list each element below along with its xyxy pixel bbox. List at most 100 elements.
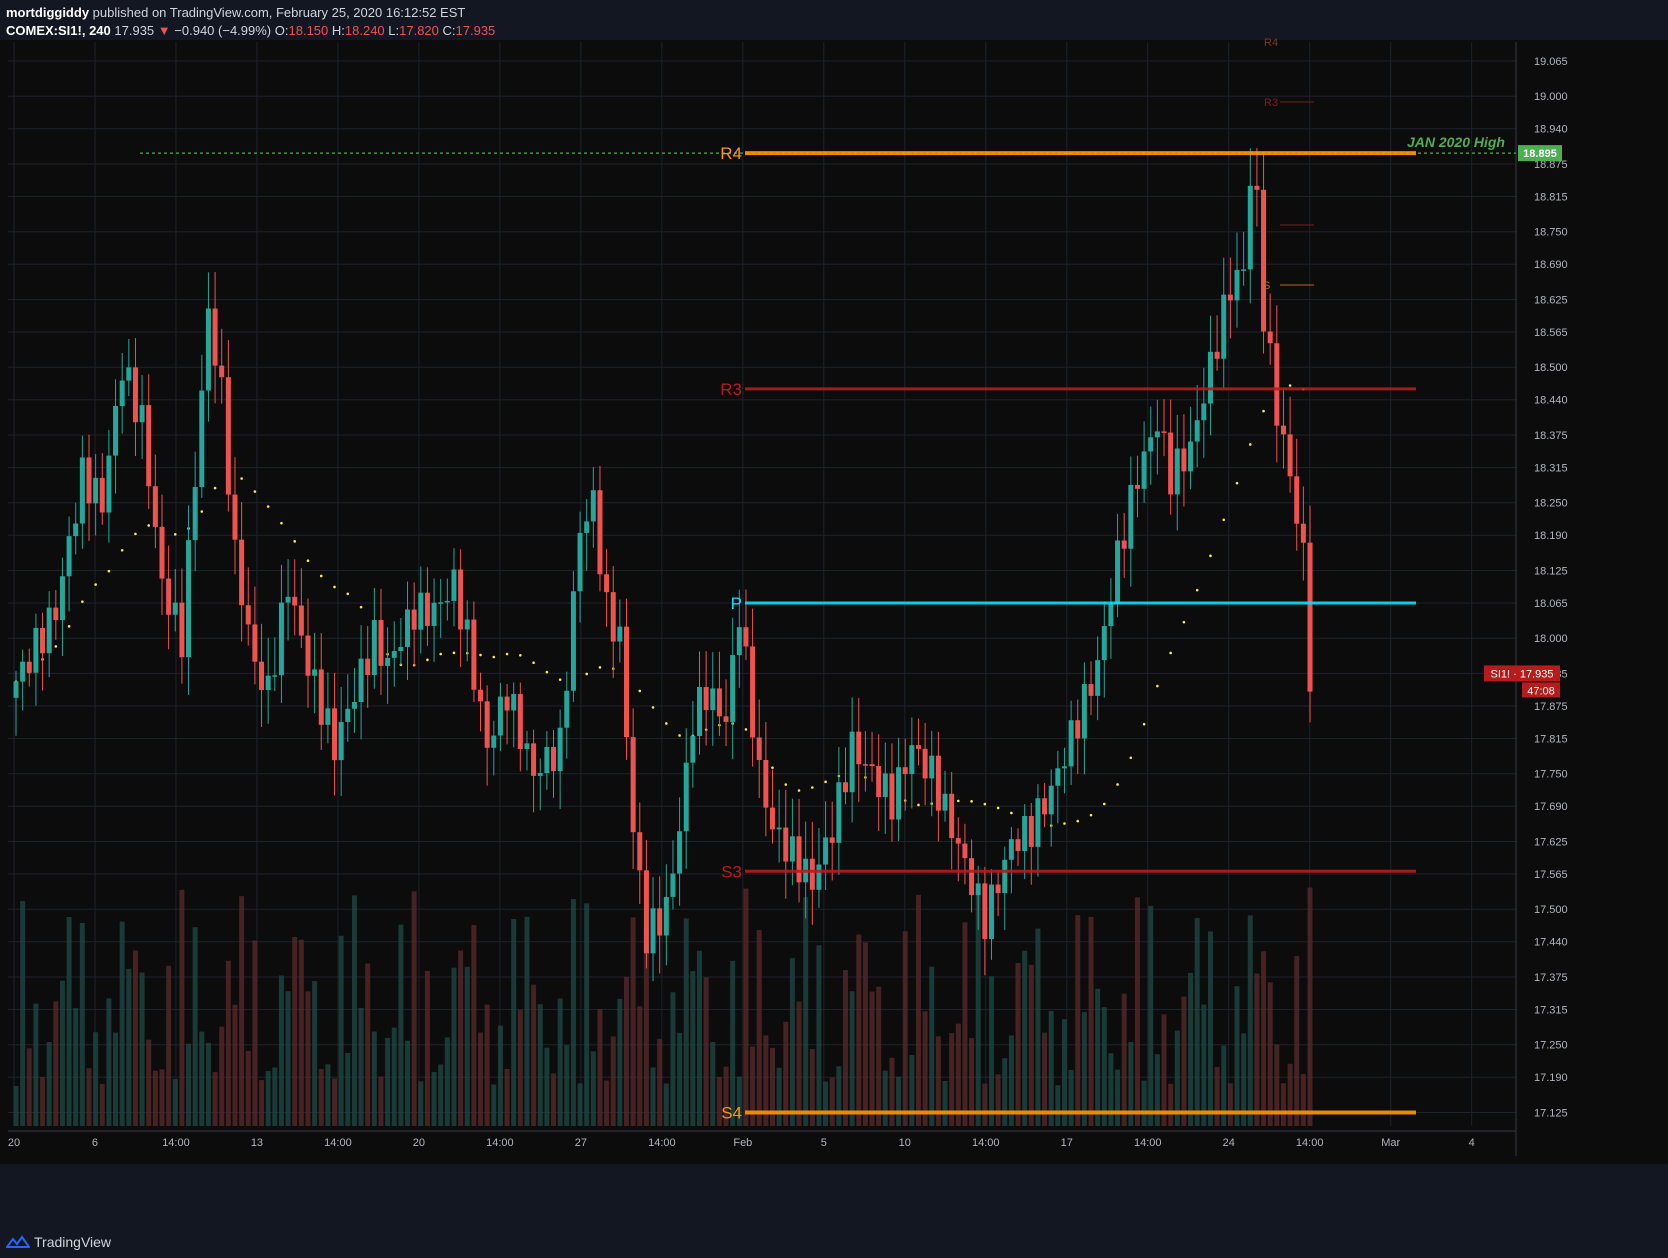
candle-body	[577, 532, 583, 592]
candle-body	[677, 831, 683, 874]
candle-body	[1015, 839, 1021, 852]
candle-body	[378, 619, 384, 666]
volume-bar	[1287, 1063, 1293, 1126]
pivot-label-s3: S3	[721, 862, 742, 881]
tradingview-logo-icon[interactable]	[6, 1235, 30, 1249]
volume-bar	[1154, 1054, 1160, 1126]
candle-body	[1028, 816, 1034, 847]
y-tick-label: 17.250	[1534, 1040, 1568, 1052]
sma-dot	[651, 706, 655, 709]
volume-bar	[1168, 1083, 1174, 1126]
volume-bar	[531, 984, 537, 1126]
volume-bar	[630, 917, 636, 1126]
candle-body	[1055, 768, 1061, 786]
candle-body	[1280, 425, 1286, 435]
candle-body	[332, 708, 338, 761]
candle-body	[690, 736, 696, 763]
volume-bar	[537, 1004, 543, 1126]
volume-bar	[842, 969, 848, 1126]
candle-body	[882, 773, 888, 798]
sma-dot	[426, 658, 429, 662]
candle-body	[896, 767, 902, 820]
candle-body	[298, 605, 304, 636]
volume-bar	[915, 894, 921, 1126]
volume-bar	[292, 936, 298, 1126]
x-tick-label: Feb	[733, 1137, 752, 1149]
candle-body	[783, 827, 789, 862]
candle-body	[763, 759, 769, 808]
y-tick-label: 18.815	[1534, 191, 1568, 203]
candle-body	[166, 578, 172, 615]
candle-body	[876, 766, 882, 798]
candle-body	[1042, 798, 1048, 815]
sma-dot	[1262, 409, 1265, 413]
y-tick-label: 18.315	[1534, 462, 1568, 474]
candle-body	[305, 635, 311, 676]
volume-bar	[823, 1081, 829, 1126]
candle-body	[86, 457, 92, 504]
volume-bar	[809, 1049, 815, 1126]
price-tag-label: 18.895	[1523, 148, 1557, 160]
sma-dot	[266, 505, 270, 508]
candle-body	[225, 377, 231, 495]
candle-body	[942, 793, 948, 811]
sma-dot	[280, 521, 283, 525]
candle-body	[338, 721, 344, 761]
x-tick-label: 14:00	[1134, 1137, 1162, 1149]
sma-dot	[439, 652, 442, 656]
candle-body	[351, 701, 357, 709]
sma-dot	[545, 670, 549, 674]
candle-body	[789, 836, 795, 862]
candle-body	[132, 367, 138, 423]
sma-dot	[996, 806, 1000, 810]
sma-dot	[213, 486, 217, 490]
candle-body	[285, 596, 291, 603]
candle-body	[1227, 294, 1233, 301]
volume-bar	[345, 1052, 351, 1126]
sma-dot	[346, 592, 350, 596]
y-tick-label: 17.125	[1534, 1107, 1568, 1119]
volume-bar	[696, 950, 702, 1126]
volume-bar	[1161, 1014, 1167, 1126]
candle-body	[26, 661, 32, 673]
sma-dot	[120, 548, 124, 552]
candle-body	[152, 486, 158, 527]
tradingview-brand[interactable]: TradingView	[34, 1234, 111, 1250]
candle-body	[245, 605, 251, 625]
volume-bar	[93, 1032, 99, 1126]
x-tick-label: 13	[251, 1137, 263, 1149]
price-chart[interactable]: 19.06519.00018.94018.87518.81518.75018.6…	[0, 0, 1668, 1226]
volume-bar	[1068, 1069, 1074, 1126]
candle-body	[219, 365, 225, 378]
volume-bar	[278, 975, 284, 1126]
volume-bar	[139, 972, 145, 1126]
volume-bar	[152, 1070, 158, 1126]
volume-bar	[929, 966, 935, 1126]
volume-bar	[657, 1038, 663, 1126]
candle-body	[385, 657, 391, 666]
volume-bar	[405, 1040, 411, 1126]
x-tick-label: 10	[899, 1137, 911, 1149]
candle-body	[444, 600, 450, 603]
candle-body	[696, 687, 702, 737]
candle-body	[93, 477, 99, 504]
y-tick-label: 17.440	[1534, 937, 1568, 949]
candle-body	[504, 696, 510, 711]
sma-dot	[784, 783, 788, 786]
candle-body	[1174, 448, 1180, 495]
volume-bar	[126, 968, 132, 1126]
candle-body	[1075, 720, 1081, 739]
candle-body	[139, 405, 145, 423]
sma-dot	[81, 600, 84, 603]
sma-dot	[134, 532, 137, 536]
volume-bar	[232, 1004, 238, 1126]
volume-bar	[1141, 1080, 1147, 1126]
volume-bar	[166, 965, 172, 1126]
y-tick-label: 19.000	[1534, 91, 1568, 103]
candle-body	[723, 716, 729, 722]
candle-body	[816, 864, 822, 890]
volume-bar	[431, 1071, 437, 1126]
sma-dot	[492, 655, 496, 659]
sma-dot	[1209, 554, 1212, 558]
candle-body	[1148, 437, 1154, 452]
